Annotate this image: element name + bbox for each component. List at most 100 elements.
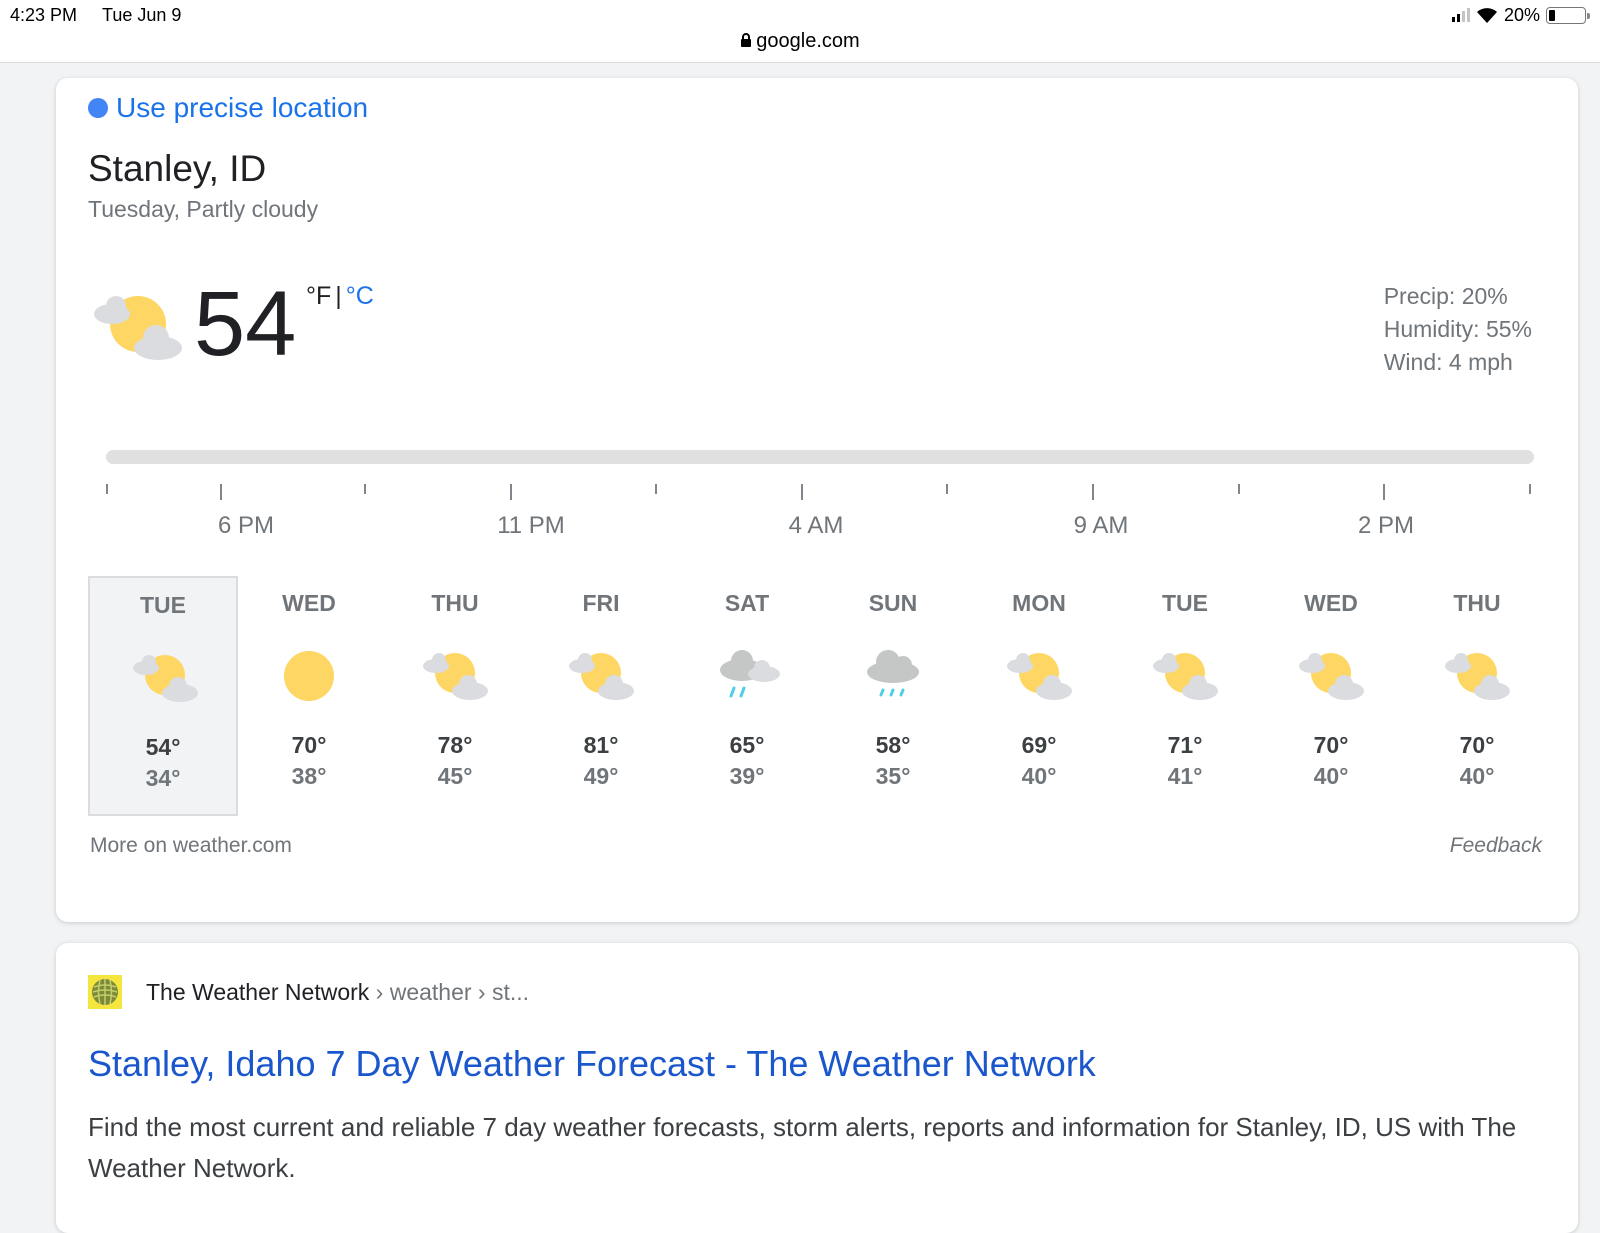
- day-name: THU: [1453, 590, 1501, 616]
- partly-cloudy-icon: [1445, 653, 1510, 700]
- current-temperature: 54: [194, 273, 297, 375]
- result-breadcrumb: › weather › st...: [375, 979, 530, 1005]
- timeline-tick: [510, 484, 512, 500]
- forecast-day[interactable]: THU 78° 45°: [380, 576, 530, 816]
- fahrenheit-unit[interactable]: °F: [306, 282, 331, 310]
- humidity-text: Humidity: 55%: [1383, 316, 1532, 342]
- sunny-icon: [284, 651, 334, 701]
- day-high: 69°: [1021, 732, 1057, 758]
- daily-forecast: TUE 54° 34° WED 70° 38° THU 78° 45° FRI …: [88, 576, 1548, 816]
- forecast-day[interactable]: TUE 54° 34°: [88, 576, 238, 816]
- partly-cloudy-icon: [423, 653, 488, 700]
- timeline-tick: [1383, 484, 1385, 500]
- result-snippet: Find the most current and reliable 7 day…: [88, 1112, 1517, 1183]
- day-name: WED: [282, 590, 336, 616]
- timeline-tick: [220, 484, 222, 500]
- forecast-day[interactable]: FRI 81° 49°: [526, 576, 676, 816]
- forecast-day[interactable]: SUN 58° 35°: [818, 576, 968, 816]
- url-text: google.com: [756, 30, 860, 52]
- location-title: Stanley, ID: [88, 148, 267, 189]
- status-time: 4:23 PM: [10, 5, 78, 25]
- partly-cloudy-icon: [133, 655, 198, 702]
- rain-cloud-icon: [720, 650, 780, 698]
- day-name: SUN: [868, 590, 918, 616]
- timeline-label: 2 PM: [1357, 512, 1415, 539]
- use-precise-location-link[interactable]: Use precise location: [88, 92, 368, 124]
- unit-toggle: °F | °C: [306, 282, 374, 311]
- day-high: 71°: [1167, 732, 1203, 758]
- day-low: 38°: [291, 763, 327, 789]
- partly-cloudy-icon: [1007, 653, 1072, 700]
- wifi-icon: [1476, 7, 1497, 23]
- result-title-link[interactable]: Stanley, Idaho 7 Day Weather Forecast - …: [88, 1043, 1096, 1085]
- day-name: MON: [1012, 590, 1066, 616]
- forecast-day[interactable]: WED 70° 40°: [1256, 576, 1406, 816]
- day-name: TUE: [140, 592, 186, 618]
- feedback-link[interactable]: Feedback: [1450, 834, 1542, 858]
- battery-icon: [1546, 6, 1590, 24]
- precip-text: Precip: 20%: [1383, 283, 1508, 309]
- location-dot-icon: [88, 98, 108, 118]
- weather-subtitle: Tuesday, Partly cloudy: [88, 196, 319, 222]
- search-result-card: The Weather Network › weather › st... St…: [56, 943, 1578, 1233]
- hourly-timeline[interactable]: [106, 450, 1534, 464]
- the-weather-network-logo-icon: [88, 975, 122, 1009]
- wind-text: Wind: 4 mph: [1383, 349, 1513, 375]
- status-bar: 4:23 PM Tue Jun 9 20% google.com: [0, 0, 1600, 63]
- forecast-day[interactable]: TUE 71° 41°: [1110, 576, 1260, 816]
- day-low: 39°: [729, 763, 765, 789]
- day-high: 70°: [291, 732, 327, 758]
- showers-icon: [867, 650, 919, 697]
- day-name: SAT: [724, 590, 770, 616]
- day-high: 54°: [145, 734, 181, 760]
- day-name: FRI: [582, 590, 620, 616]
- timeline-tick: [1092, 484, 1094, 500]
- status-date: Tue Jun 9: [102, 5, 182, 25]
- precise-location-label: Use precise location: [116, 92, 369, 123]
- weather-card: Use precise location Stanley, ID Tuesday…: [56, 78, 1578, 922]
- timeline-tick: [106, 484, 108, 494]
- day-low: 40°: [1459, 763, 1495, 789]
- partly-cloudy-icon: [1153, 653, 1218, 700]
- forecast-day[interactable]: SAT 65° 39°: [672, 576, 822, 816]
- day-low: 41°: [1167, 763, 1203, 789]
- day-high: 78°: [437, 732, 473, 758]
- timeline-tick: [801, 484, 803, 500]
- day-high: 70°: [1459, 732, 1495, 758]
- result-source-name: The Weather Network: [146, 979, 370, 1005]
- day-low: 34°: [145, 765, 181, 791]
- day-high: 58°: [875, 732, 911, 758]
- result-source[interactable]: The Weather Network › weather › st...: [146, 979, 529, 1006]
- timeline-tick: [1529, 484, 1531, 494]
- status-indicators: 20%: [1451, 4, 1590, 26]
- cellular-signal-icon: [1451, 8, 1470, 22]
- timeline-tick: [364, 484, 366, 494]
- more-on-weather-link[interactable]: More on weather.com: [90, 834, 292, 858]
- day-low: 49°: [583, 763, 619, 789]
- day-low: 40°: [1021, 763, 1057, 789]
- forecast-day[interactable]: THU 70° 40°: [1402, 576, 1552, 816]
- celsius-unit[interactable]: °C: [346, 282, 374, 310]
- day-name: WED: [1304, 590, 1358, 616]
- partly-cloudy-icon: [94, 296, 182, 360]
- day-high: 65°: [729, 732, 765, 758]
- day-name: TUE: [1162, 590, 1208, 616]
- day-name: THU: [431, 590, 479, 616]
- timeline-label: 9 AM: [1073, 512, 1129, 539]
- unit-separator: |: [335, 282, 342, 310]
- partly-cloudy-icon: [1299, 653, 1364, 700]
- timeline-label: 6 PM: [217, 512, 275, 539]
- day-low: 45°: [437, 763, 473, 789]
- partly-cloudy-icon: [569, 653, 634, 700]
- day-low: 40°: [1313, 763, 1349, 789]
- timeline-label: 11 PM: [497, 512, 565, 539]
- timeline-tick: [946, 484, 948, 494]
- timeline-tick: [1238, 484, 1240, 494]
- forecast-day[interactable]: WED 70° 38°: [234, 576, 384, 816]
- lock-icon: [741, 33, 752, 47]
- forecast-day[interactable]: MON 69° 40°: [964, 576, 1114, 816]
- day-high: 81°: [583, 732, 619, 758]
- battery-percent: 20%: [1503, 4, 1540, 25]
- timeline-label: 4 AM: [788, 512, 844, 539]
- address-bar[interactable]: google.com: [0, 30, 1600, 53]
